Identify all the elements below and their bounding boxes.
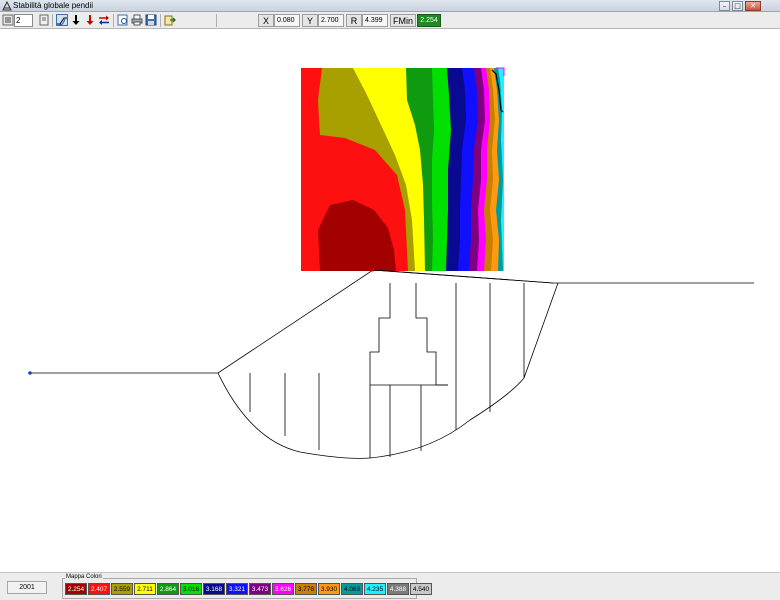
status-bar: 2001 Mappa Colori 2.254 2.407 2.559 2.711 2.…: [0, 572, 780, 600]
status-count: 2001: [7, 581, 47, 594]
legend-swatch: 4.540: [410, 583, 432, 595]
slice-lines: [249, 283, 525, 458]
title-bar: Stabilità globale pendii – □ ✕: [0, 0, 780, 12]
app-icon: [2, 1, 12, 11]
application-window: Stabilità globale pendii – □ ✕ 2 X 0.080…: [0, 0, 780, 600]
legend-swatch: 3.016: [180, 583, 202, 595]
legend-swatch: 2.711: [134, 583, 156, 595]
export-icon[interactable]: [164, 14, 176, 26]
legend-swatch: 3.778: [295, 583, 317, 595]
safety-factor-map: [301, 68, 504, 271]
page-icon[interactable]: [38, 14, 50, 26]
slope-icon[interactable]: [56, 14, 68, 26]
r-value: 4.399: [362, 14, 388, 27]
preview-icon[interactable]: [117, 14, 129, 26]
toolbar-separator: [52, 14, 53, 27]
legend-swatch: 4.083: [341, 583, 363, 595]
start-point-marker[interactable]: [28, 371, 32, 375]
legend-swatch: 4.388: [387, 583, 409, 595]
swap-arrows-icon[interactable]: [98, 14, 110, 26]
crest-point-marker[interactable]: [371, 268, 375, 272]
legend-swatch: 3.321: [226, 583, 248, 595]
save-icon[interactable]: [145, 14, 157, 26]
slope-profile: [30, 269, 754, 459]
legend-swatch: 2.864: [157, 583, 179, 595]
close-icon: ✕: [750, 2, 756, 10]
legend-swatch: 3.168: [203, 583, 225, 595]
toolbar: 2 X 0.080 Y 2.700 R 4.399 FMin 2.254: [0, 12, 780, 29]
legend-swatch: 2.559: [111, 583, 133, 595]
fmin-value: 2.254: [417, 14, 441, 27]
r-label: R: [346, 14, 362, 27]
window-title: Stabilità globale pendii: [13, 1, 94, 10]
y-label: Y: [302, 14, 318, 27]
legend-swatch: 2.254: [65, 583, 87, 595]
arrow-down-black-icon[interactable]: [70, 14, 82, 26]
legend-swatch: 2.407: [88, 583, 110, 595]
toolbar-separator: [160, 14, 161, 27]
minimize-icon: –: [722, 2, 727, 10]
wall-left-edge: [369, 283, 391, 385]
y-value: 2.700: [318, 14, 344, 27]
wall-right-edge: [415, 283, 448, 386]
slope-drawing-canvas[interactable]: [0, 30, 780, 572]
close-button[interactable]: ✕: [745, 1, 761, 11]
legend-swatch: 4.235: [364, 583, 386, 595]
maximize-button[interactable]: □: [732, 1, 743, 11]
page-number-input[interactable]: 2: [14, 14, 33, 27]
legend-swatch: 3.626: [272, 583, 294, 595]
toolbar-separator: [216, 14, 217, 27]
print-icon[interactable]: [131, 14, 143, 26]
ground-line: [30, 269, 754, 374]
maximize-icon: □: [734, 2, 741, 10]
fmin-label: FMin: [390, 14, 416, 27]
legend-title: Mappa Colori: [65, 574, 103, 581]
minimize-button[interactable]: –: [719, 1, 730, 11]
legend-swatch: 3.473: [249, 583, 271, 595]
toolbar-separator: [113, 14, 114, 27]
arrow-down-red-icon[interactable]: [84, 14, 96, 26]
load-line: [372, 269, 554, 284]
x-value: 0.080: [274, 14, 300, 27]
menu-icon[interactable]: [2, 14, 14, 26]
slip-surface-exit: [523, 282, 559, 379]
legend-swatches: 2.254 2.407 2.559 2.711 2.864 3.016 3.168 3.321…: [65, 583, 432, 595]
x-label: X: [258, 14, 274, 27]
legend-swatch: 3.930: [318, 583, 340, 595]
slip-surface-arc: [217, 372, 525, 459]
